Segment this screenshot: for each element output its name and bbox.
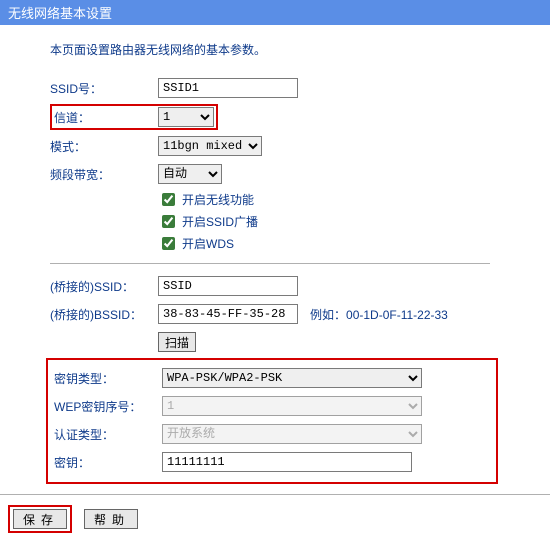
- label-mode: 模式：: [50, 138, 158, 155]
- label-bandwidth: 频段带宽：: [50, 166, 158, 183]
- row-ssid: SSID号：: [50, 76, 550, 100]
- label-auth-type: 认证类型：: [54, 426, 162, 443]
- mode-select[interactable]: 11bgn mixed: [158, 136, 262, 156]
- label-wep-index: WEP密钥序号：: [54, 398, 162, 415]
- row-bridge-ssid: (桥接的)SSID：: [50, 274, 550, 298]
- enable-ssid-broadcast-label: 开启SSID广播: [182, 213, 258, 230]
- key-input[interactable]: [162, 452, 412, 472]
- key-type-select[interactable]: WPA-PSK/WPA2-PSK: [162, 368, 422, 388]
- label-ssid: SSID号：: [50, 80, 158, 97]
- bridge-bssid-input[interactable]: [158, 304, 298, 324]
- divider: [50, 263, 490, 264]
- settings-panel: 本页面设置路由器无线网络的基本参数。 SSID号： 信道： 1 模式： 11bg…: [0, 25, 550, 484]
- scan-button[interactable]: 扫描: [158, 332, 196, 352]
- enable-wireless-checkbox[interactable]: [162, 193, 175, 206]
- row-enable-wds: 开启WDS: [158, 234, 550, 253]
- row-enable-wireless: 开启无线功能: [158, 190, 550, 209]
- help-button[interactable]: 帮助: [84, 509, 138, 529]
- label-key: 密钥：: [54, 454, 162, 471]
- highlight-security: 密钥类型： WPA-PSK/WPA2-PSK WEP密钥序号： 1 认证类型： …: [46, 358, 498, 484]
- enable-wireless-label: 开启无线功能: [182, 191, 254, 208]
- row-key: 密钥：: [54, 450, 492, 474]
- intro-text: 本页面设置路由器无线网络的基本参数。: [50, 41, 550, 58]
- footer-divider: [0, 494, 550, 495]
- label-channel: 信道：: [54, 109, 158, 126]
- auth-type-select: 开放系统: [162, 424, 422, 444]
- row-enable-ssid-broadcast: 开启SSID广播: [158, 212, 550, 231]
- highlight-save: 保存: [8, 505, 72, 533]
- row-scan: 扫描: [50, 330, 550, 354]
- label-key-type: 密钥类型：: [54, 370, 162, 387]
- bandwidth-select[interactable]: 自动: [158, 164, 222, 184]
- save-button[interactable]: 保存: [13, 509, 67, 529]
- enable-ssid-broadcast-checkbox[interactable]: [162, 215, 175, 228]
- row-mode: 模式： 11bgn mixed: [50, 134, 550, 158]
- label-bridge-ssid: (桥接的)SSID：: [50, 278, 158, 295]
- row-bridge-bssid: (桥接的)BSSID： 例如：00-1D-0F-11-22-33: [50, 302, 550, 326]
- row-wep-index: WEP密钥序号： 1: [54, 394, 492, 418]
- label-bridge-bssid: (桥接的)BSSID：: [50, 306, 158, 323]
- bssid-example: 例如：00-1D-0F-11-22-33: [310, 306, 448, 323]
- bridge-ssid-input[interactable]: [158, 276, 298, 296]
- wep-index-select: 1: [162, 396, 422, 416]
- row-auth-type: 认证类型： 开放系统: [54, 422, 492, 446]
- row-key-type: 密钥类型： WPA-PSK/WPA2-PSK: [54, 366, 492, 390]
- window-title: 无线网络基本设置: [0, 0, 550, 25]
- row-bandwidth: 频段带宽： 自动: [50, 162, 550, 186]
- row-channel: 信道： 1: [50, 104, 550, 130]
- highlight-channel: 信道： 1: [50, 104, 218, 130]
- enable-wds-label: 开启WDS: [182, 235, 234, 252]
- ssid-input[interactable]: [158, 78, 298, 98]
- footer: 保存 帮助: [8, 505, 550, 533]
- enable-wds-checkbox[interactable]: [162, 237, 175, 250]
- channel-select[interactable]: 1: [158, 107, 214, 127]
